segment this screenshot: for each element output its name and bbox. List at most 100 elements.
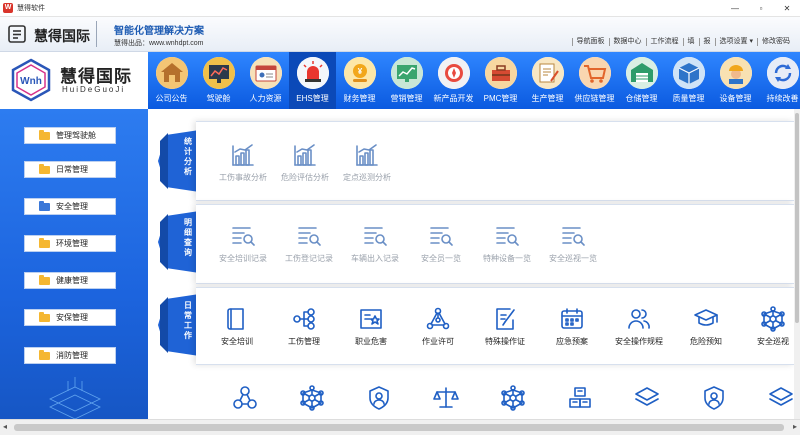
- header-link[interactable]: 选项设置 ▾: [714, 38, 757, 46]
- nav-item-0[interactable]: 公司公告: [148, 52, 195, 109]
- section-panel: 安全培训 工伤管理 职业危害 作业许可 特殊操作证 应急预案 安全操作规程 危险预知 安全巡视: [196, 287, 794, 365]
- header-link[interactable]: 导航面板: [571, 38, 609, 46]
- section-title: 统计分析: [184, 137, 192, 176]
- partial-row: [148, 381, 794, 419]
- function-tile-label: 工伤管理: [288, 337, 320, 346]
- function-tile-label: 工伤登记记录: [285, 254, 333, 263]
- function-tile-label: 安全巡视: [757, 337, 789, 346]
- scroll-right-icon[interactable]: ▸: [793, 422, 797, 431]
- horizontal-scroll-thumb[interactable]: [14, 424, 784, 431]
- sidebar-item-4[interactable]: 健康管理: [24, 272, 116, 289]
- function-tile-label: 作业许可: [422, 337, 454, 346]
- vertical-scroll-thumb[interactable]: [795, 113, 799, 323]
- list-search-icon: [430, 227, 453, 246]
- nav-item-2[interactable]: 人力资源: [242, 52, 289, 109]
- function-tile[interactable]: 安全巡视一览: [542, 223, 604, 264]
- function-tile[interactable]: 应急预案: [541, 306, 603, 347]
- function-tile-label: 应急预案: [556, 337, 588, 346]
- function-tile[interactable]: 工伤管理: [273, 306, 335, 347]
- sidebar-item-2[interactable]: 安全管理: [24, 198, 116, 215]
- sidebar-item-1[interactable]: 日常管理: [24, 161, 116, 178]
- dashboard-icon: [203, 57, 235, 89]
- function-tile[interactable]: 特种设备一览: [476, 223, 538, 264]
- nav-item-label: 财务管理: [343, 94, 376, 103]
- function-tile[interactable]: 定点巡测分析: [336, 142, 398, 183]
- nav-item-7[interactable]: PMC管理: [477, 52, 524, 109]
- section-2: 日常工作 安全培训 工伤管理 职业危害 作业许可 特殊操作证 应急预案 安全操作规程 危险预知安…: [148, 287, 794, 365]
- partial-tile[interactable]: [683, 385, 745, 411]
- nav-item-label: 设备管理: [719, 94, 752, 103]
- function-tile[interactable]: 危险评估分析: [274, 142, 336, 183]
- bar-chart-icon: [232, 144, 254, 166]
- bar-chart-icon: [294, 144, 316, 166]
- nav-item-label: 持续改善: [766, 94, 799, 103]
- nav-item-5[interactable]: 营销管理: [383, 52, 430, 109]
- function-tile[interactable]: 安全操作规程: [608, 306, 670, 347]
- document-pen-icon: [532, 57, 564, 89]
- function-tile[interactable]: 安全培训: [206, 306, 268, 347]
- function-tile-label: 职业危害: [355, 337, 387, 346]
- header-link[interactable]: 工作流程: [645, 38, 683, 46]
- function-tile[interactable]: 安全培训记录: [212, 223, 274, 264]
- main-content: 统计分析 工伤事故分析 危险评估分析 定点巡测分析 明细查询 安全培训记录 工伤登记记录 车辆…: [148, 109, 794, 419]
- header-link[interactable]: 数据中心: [608, 38, 646, 46]
- function-tile[interactable]: 工伤事故分析: [212, 142, 274, 183]
- function-tile-label: 特殊操作证: [485, 337, 525, 346]
- network-icon: [426, 307, 450, 330]
- nav-item-8[interactable]: 生产管理: [524, 52, 571, 109]
- nav-item-label: 营销管理: [390, 94, 423, 103]
- header-link[interactable]: 报: [698, 38, 715, 46]
- minimize-icon[interactable]: —: [722, 0, 748, 17]
- logo-mark-icon: Wnh: [11, 58, 51, 102]
- function-tile[interactable]: 危险预知: [675, 306, 737, 347]
- close-icon[interactable]: ✕: [774, 0, 800, 17]
- partial-tile[interactable]: [281, 385, 343, 411]
- brand-slogan: 智能化管理解决方案: [114, 26, 204, 37]
- nav-item-6[interactable]: 新产品开发: [430, 52, 477, 109]
- partial-tile[interactable]: [549, 385, 611, 411]
- maximize-icon[interactable]: ▫: [748, 0, 774, 17]
- nav-item-9[interactable]: 供应链管理: [571, 52, 618, 109]
- function-tile[interactable]: 安全员一览: [410, 223, 472, 264]
- partial-tile[interactable]: [482, 385, 544, 411]
- book-icon: [227, 308, 244, 330]
- partial-tile[interactable]: [415, 385, 477, 411]
- partial-tile[interactable]: [348, 385, 410, 411]
- nav-item-label: 新产品开发: [433, 94, 474, 103]
- function-tile[interactable]: 工伤登记记录: [278, 223, 340, 264]
- sidebar-item-0[interactable]: 管理驾驶舱: [24, 127, 116, 144]
- worker-icon: [720, 57, 752, 89]
- sidebar-item-5[interactable]: 安保管理: [24, 309, 116, 326]
- bar-chart-icon: [356, 144, 378, 166]
- id-badge-icon: [360, 309, 382, 329]
- header-link[interactable]: 填: [682, 38, 699, 46]
- nav-item-3[interactable]: EHS管理: [289, 52, 336, 109]
- nav-item-4[interactable]: ¥ 财务管理: [336, 52, 383, 109]
- function-tile[interactable]: 特殊操作证: [474, 306, 536, 347]
- nav-item-11[interactable]: 质量管理: [665, 52, 712, 109]
- sidebar-item-6[interactable]: 消防管理: [24, 347, 116, 364]
- partial-tile[interactable]: [616, 385, 678, 411]
- site-url[interactable]: www.wnhdpt.com: [149, 40, 203, 47]
- partial-tile[interactable]: [214, 385, 276, 411]
- function-tile[interactable]: 作业许可: [407, 306, 469, 347]
- horizontal-scrollbar[interactable]: ◂ ▸: [0, 419, 800, 435]
- shield-user-icon: [704, 386, 724, 410]
- function-tile[interactable]: 职业危害: [340, 306, 402, 347]
- function-tile-label: 工伤事故分析: [219, 173, 267, 182]
- nav-item-13[interactable]: 持续改善: [759, 52, 800, 109]
- function-tile[interactable]: 安全巡视: [742, 306, 794, 347]
- nav-item-12[interactable]: 设备管理: [712, 52, 759, 109]
- menu-doc-icon[interactable]: [7, 24, 27, 44]
- brand-site: 慧得出品：www.wnhdpt.com: [114, 38, 203, 48]
- partial-tile[interactable]: [750, 385, 794, 411]
- sidebar-item-3[interactable]: 环境管理: [24, 235, 116, 252]
- header-link[interactable]: 修改密码: [757, 38, 794, 46]
- folder-icon: [39, 129, 50, 140]
- layers-icon: [635, 387, 659, 406]
- nav-item-10[interactable]: 仓储管理: [618, 52, 665, 109]
- nav-item-1[interactable]: 驾驶舱: [195, 52, 242, 109]
- function-tile[interactable]: 车辆出入记录: [344, 223, 406, 264]
- scroll-left-icon[interactable]: ◂: [3, 422, 7, 431]
- vertical-scrollbar[interactable]: [794, 109, 800, 419]
